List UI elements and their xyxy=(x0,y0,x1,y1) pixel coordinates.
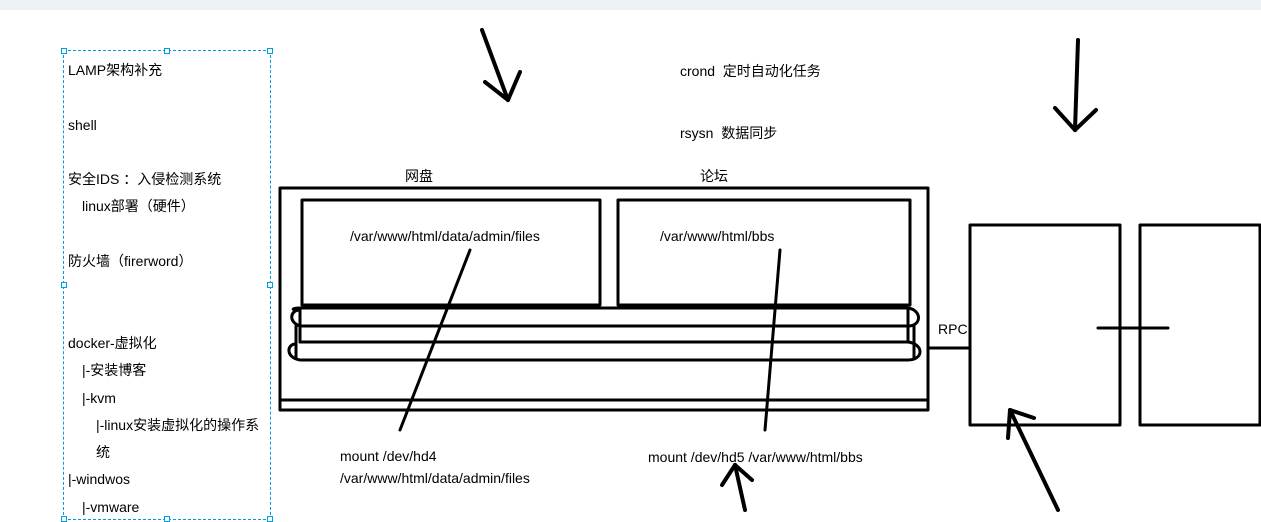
notes-line: |-kvm xyxy=(68,385,266,412)
label-rsysn: rsysn 数据同步 xyxy=(680,122,777,144)
panel-luntan xyxy=(618,200,910,305)
connector-line xyxy=(400,250,470,430)
notes-line: |-windwos xyxy=(68,466,266,493)
resize-handle-ne[interactable] xyxy=(267,48,273,54)
notes-line: 防火墙（firerword） xyxy=(68,248,266,275)
notes-line: 安全IDS ：入侵检测系统 xyxy=(68,166,266,193)
notes-line: docker-虚拟化 xyxy=(68,330,266,357)
box-right-2 xyxy=(1140,225,1260,425)
label-mount-hd4: mount /dev/hd4 /var/www/html/data/admin/… xyxy=(340,445,495,490)
notes-line xyxy=(68,303,266,330)
notes-text[interactable]: LAMP架构补充 shell 安全IDS ：入侵检测系统 linux部署（硬件）… xyxy=(68,57,266,521)
server-box xyxy=(280,188,928,410)
resize-handle-n[interactable] xyxy=(164,48,170,54)
notes-line xyxy=(68,275,266,302)
panel-wangpan xyxy=(302,200,600,305)
resize-handle-nw[interactable] xyxy=(61,48,67,54)
resize-handle-sw[interactable] xyxy=(61,516,67,522)
notes-line: linux部署（硬件） xyxy=(68,193,266,220)
label-rpc: RPC xyxy=(938,318,968,340)
label-path-files: /var/www/html/data/admin/files xyxy=(350,225,585,247)
drawing-canvas[interactable]: LAMP架构补充 shell 安全IDS ：入侵检测系统 linux部署（硬件）… xyxy=(0,10,1261,520)
resize-handle-e[interactable] xyxy=(267,282,273,288)
notes-line xyxy=(68,84,266,111)
arrow-up-icon xyxy=(1008,410,1058,510)
notes-line: |-vmware xyxy=(68,494,266,521)
label-luntan: 论坛 xyxy=(700,165,728,187)
notes-line xyxy=(68,139,266,166)
arrow-down-icon xyxy=(1055,40,1096,130)
resize-handle-w[interactable] xyxy=(61,282,67,288)
label-crond: crond 定时自动化任务 xyxy=(680,60,821,82)
resize-handle-se[interactable] xyxy=(267,516,273,522)
notes-line xyxy=(68,221,266,248)
label-path-bbs: /var/www/html/bbs xyxy=(660,225,774,247)
notes-line: |-linux安装虚拟化的操作系统 xyxy=(68,412,266,467)
arrow-down-icon xyxy=(482,30,520,100)
notes-line: shell xyxy=(68,112,266,139)
notes-line: LAMP架构补充 xyxy=(68,57,266,84)
notes-line: |-安装博客 xyxy=(68,357,266,384)
storage-layer xyxy=(289,308,920,360)
arrow-up-icon xyxy=(722,465,752,510)
selected-text-block[interactable]: LAMP架构补充 shell 安全IDS ：入侵检测系统 linux部署（硬件）… xyxy=(63,50,271,520)
label-mount-hd5: mount /dev/hd5 /var/www/html/bbs xyxy=(648,446,863,468)
label-wangpan: 网盘 xyxy=(405,165,433,187)
box-right-1 xyxy=(970,225,1120,425)
connector-line xyxy=(765,250,780,430)
